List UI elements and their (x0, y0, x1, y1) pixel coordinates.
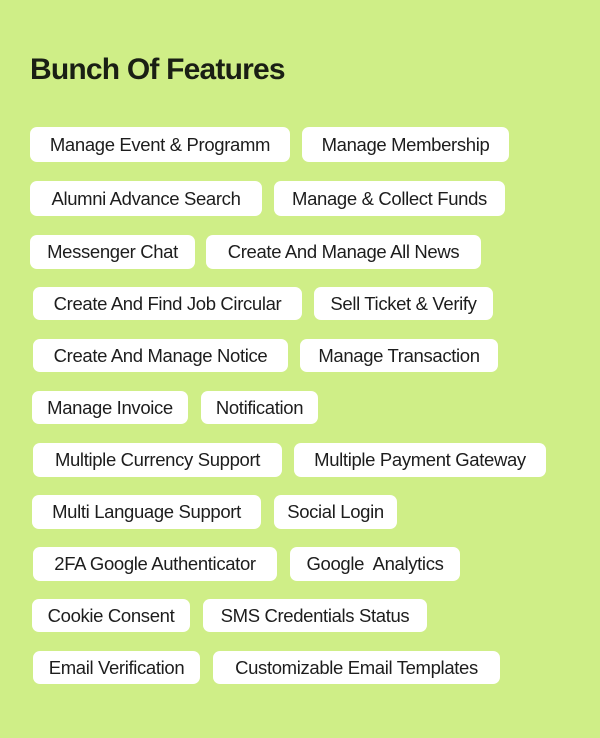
feature-tag[interactable]: Social Login (274, 495, 397, 529)
feature-tag[interactable]: SMS Credentials Status (203, 599, 427, 632)
feature-tag[interactable]: Google Analytics (290, 547, 460, 581)
feature-tag[interactable]: Manage Event & Programm (30, 127, 290, 162)
feature-tag[interactable]: Manage & Collect Funds (274, 181, 505, 216)
feature-tag[interactable]: Multiple Payment Gateway (294, 443, 546, 477)
feature-tag[interactable]: Multiple Currency Support (33, 443, 282, 477)
feature-tag[interactable]: Manage Membership (302, 127, 509, 162)
feature-tag[interactable]: Create And Manage All News (206, 235, 481, 269)
feature-tag[interactable]: Manage Invoice (32, 391, 188, 424)
feature-tag[interactable]: Cookie Consent (32, 599, 190, 632)
feature-tag[interactable]: Create And Manage Notice (33, 339, 288, 372)
feature-tag[interactable]: Customizable Email Templates (213, 651, 500, 684)
feature-tag[interactable]: Manage Transaction (300, 339, 498, 372)
feature-tag[interactable]: Email Verification (33, 651, 200, 684)
feature-tag[interactable]: Sell Ticket & Verify (314, 287, 493, 320)
feature-tag[interactable]: Notification (201, 391, 318, 424)
feature-tag[interactable]: Alumni Advance Search (30, 181, 262, 216)
feature-tag[interactable]: Messenger Chat (30, 235, 195, 269)
feature-tag[interactable]: 2FA Google Authenticator (33, 547, 277, 581)
section-title: Bunch Of Features (30, 53, 286, 86)
feature-tag[interactable]: Create And Find Job Circular (33, 287, 302, 320)
feature-tag[interactable]: Multi Language Support (32, 495, 261, 529)
